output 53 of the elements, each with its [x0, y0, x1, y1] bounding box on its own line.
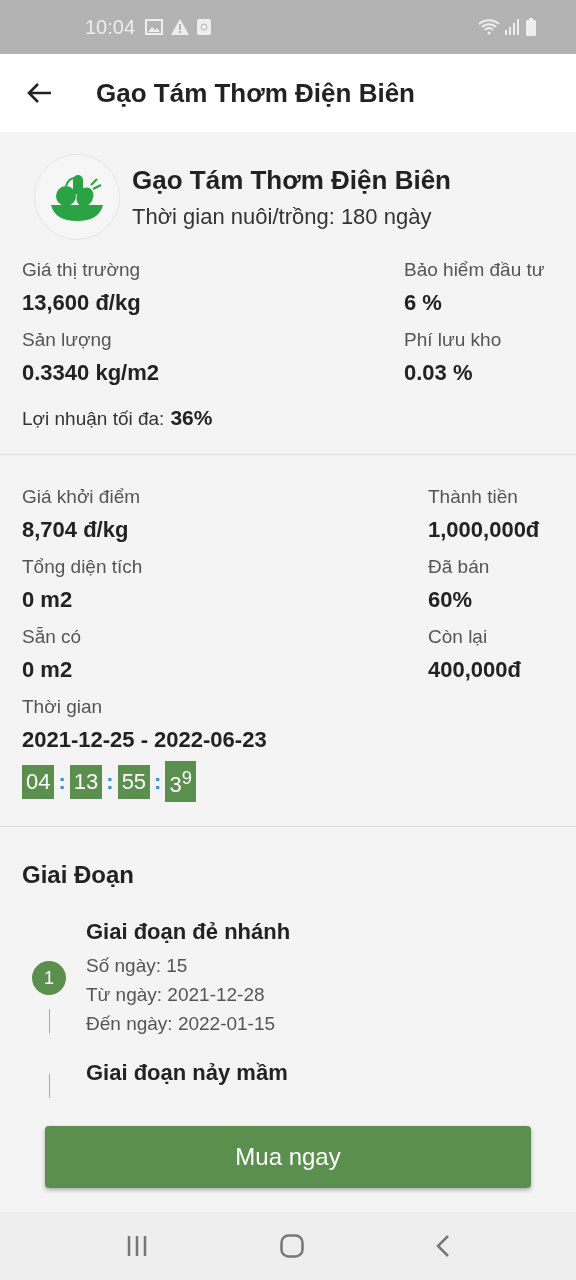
image-icon: [145, 19, 164, 35]
field-value: 8,704 đ/kg: [22, 516, 130, 544]
battery-icon: [526, 18, 536, 36]
product-name: Gạo Tám Thơm Điện Biên: [132, 164, 451, 196]
stage-detail: Số ngày: 15: [86, 954, 189, 979]
field-value: 6 %: [404, 289, 443, 317]
stage-title: Giai đoạn đẻ nhánh: [86, 919, 291, 946]
back-icon[interactable]: [436, 1234, 450, 1258]
field-value: 1,000,000đ: [428, 516, 541, 544]
countdown-digits: 13: [69, 764, 103, 799]
profit-label: Lợi nhuận tối đa:: [22, 408, 165, 430]
field-label: Tổng diện tích: [22, 555, 143, 579]
field-label: Sẵn có: [22, 625, 82, 649]
field-value: 0.03 %: [404, 359, 474, 387]
field-label: Phí lưu kho: [404, 328, 503, 352]
wifi-icon: [478, 19, 500, 35]
home-icon[interactable]: [280, 1234, 304, 1258]
stage-detail: Đến ngày: 2022-01-15: [86, 1012, 277, 1037]
step-number: 1: [32, 961, 66, 996]
field-value: 0 m2: [22, 586, 74, 614]
field-value: 13,600 đ/kg: [22, 289, 141, 317]
clock-icon: [197, 19, 212, 35]
back-arrow-icon[interactable]: [26, 82, 52, 104]
field-value: 2021-12-25 - 2022-06-23: [22, 726, 268, 754]
field-value: 60%: [428, 586, 474, 614]
page-title: Gạo Tám Thơm Điện Biên: [96, 77, 415, 109]
warning-icon: [171, 19, 190, 35]
field-label: Đã bán: [428, 555, 491, 579]
field-value: 0 m2: [22, 656, 74, 684]
stage-title: Giai đoạn nảy mầm: [86, 1060, 288, 1087]
field-label: Giá khởi điểm: [22, 485, 141, 509]
field-label: Sản lượng: [22, 328, 113, 352]
field-label: Bảo hiểm đầu tư: [404, 258, 546, 282]
field-label: Thời gian: [22, 695, 104, 719]
stage-detail: Từ ngày: 2021-12-28: [86, 983, 266, 1008]
countdown-digits: 04: [22, 764, 55, 799]
product-subtitle: Thời gian nuôi/trồng: 180 ngày: [132, 203, 433, 230]
recent-apps-icon[interactable]: [126, 1235, 148, 1257]
field-value: 0.3340 kg/m2: [22, 359, 159, 387]
countdown-digits: 3$^{9}$: [165, 761, 196, 803]
field-value: 400,000đ: [428, 656, 522, 684]
profit-value: 36%: [170, 406, 213, 430]
field-label: Còn lại: [428, 625, 489, 649]
countdown-separator: :: [58, 768, 66, 795]
countdown-separator: :: [154, 768, 162, 795]
status-time: 10:04: [85, 15, 136, 39]
section-title: Giai Đoạn: [22, 860, 136, 891]
field-label: Giá thị trường: [22, 258, 141, 282]
countdown-separator: :: [106, 768, 114, 795]
field-label: Thành tiền: [428, 485, 519, 509]
countdown-digits: 55: [117, 764, 151, 799]
signal-icon: [504, 19, 520, 35]
buy-now-button[interactable]: Mua ngay: [45, 1126, 531, 1188]
